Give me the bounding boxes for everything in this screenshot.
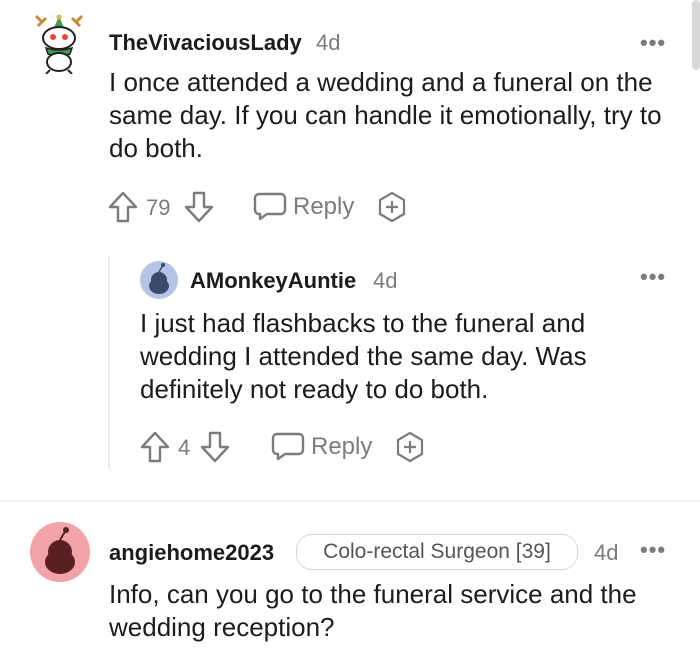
comment-username[interactable]: angiehome2023 — [109, 540, 274, 566]
comment-timestamp: 4d — [594, 540, 619, 565]
more-options-icon[interactable]: ••• — [640, 539, 666, 561]
avatar[interactable] — [30, 522, 90, 582]
user-flair: Colo-rectal Surgeon [39] — [296, 534, 578, 570]
comment-body: Info, can you go to the funeral service … — [109, 579, 637, 642]
snoo-avatar-icon — [45, 527, 75, 574]
comment-angiehome2023: angiehome2023 Colo-rectal Surgeon [39] 4… — [0, 0, 700, 661]
